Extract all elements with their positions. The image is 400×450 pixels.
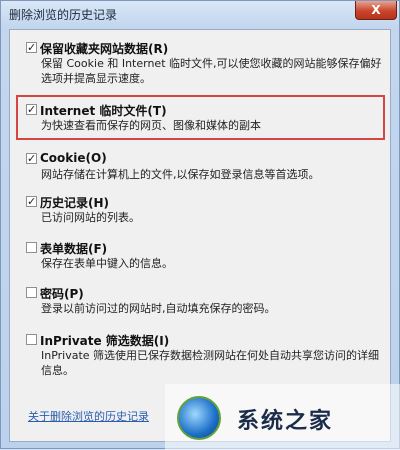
option-description: 网站存储在计算机上的文件,以保存如登录信息等首选项。 xyxy=(41,168,320,181)
option-label: 历史记录(H) xyxy=(40,196,110,210)
watermark-logo-icon xyxy=(177,396,221,440)
checkbox-inprivate-data[interactable] xyxy=(26,334,37,345)
title-bar: 删除浏览的历史记录 X xyxy=(1,1,400,27)
option-description: 登录以前访问过的网站时,自动填充保存的密码。 xyxy=(41,302,276,315)
dialog-body: ✓ 保留收藏夹网站数据(R) 保留 Cookie 和 Internet 临时文件… xyxy=(9,29,391,442)
checkbox-cookies[interactable]: ✓ xyxy=(26,153,37,164)
option-label: 密码(P) xyxy=(40,287,84,301)
option-description: 已访问网站的列表。 xyxy=(41,211,140,224)
option-description: 保存在表单中键入的信息。 xyxy=(41,257,173,270)
checkbox-form-data[interactable] xyxy=(26,242,37,253)
option-label: 保留收藏夹网站数据(R) xyxy=(40,42,169,56)
dialog-title: 删除浏览的历史记录 xyxy=(9,8,118,22)
option-label: InPrivate 筛选数据(I) xyxy=(40,334,170,348)
checkbox-history[interactable]: ✓ xyxy=(26,196,37,207)
highlight-box xyxy=(16,95,385,140)
option-label: 表单数据(F) xyxy=(40,242,108,256)
option-description: InPrivate 筛选使用已保存数据检测网站在何处自动共享您访问的详细信息。 xyxy=(41,349,380,377)
about-history-link[interactable]: 关于删除浏览的历史记录 xyxy=(28,408,149,424)
delete-history-dialog: 删除浏览的历史记录 X ✓ 保留收藏夹网站数据(R) 保留 Cookie 和 I… xyxy=(0,0,400,450)
option-description: 保留 Cookie 和 Internet 临时文件,可以使您收藏的网站能够保存偏… xyxy=(41,57,382,85)
watermark-text: 系统之家 xyxy=(237,409,334,434)
option-label: Cookie(O) xyxy=(40,151,107,165)
close-button[interactable]: X xyxy=(355,1,397,20)
checkbox-passwords[interactable] xyxy=(26,287,37,298)
checkbox-preserve-favorites[interactable]: ✓ xyxy=(26,42,37,53)
